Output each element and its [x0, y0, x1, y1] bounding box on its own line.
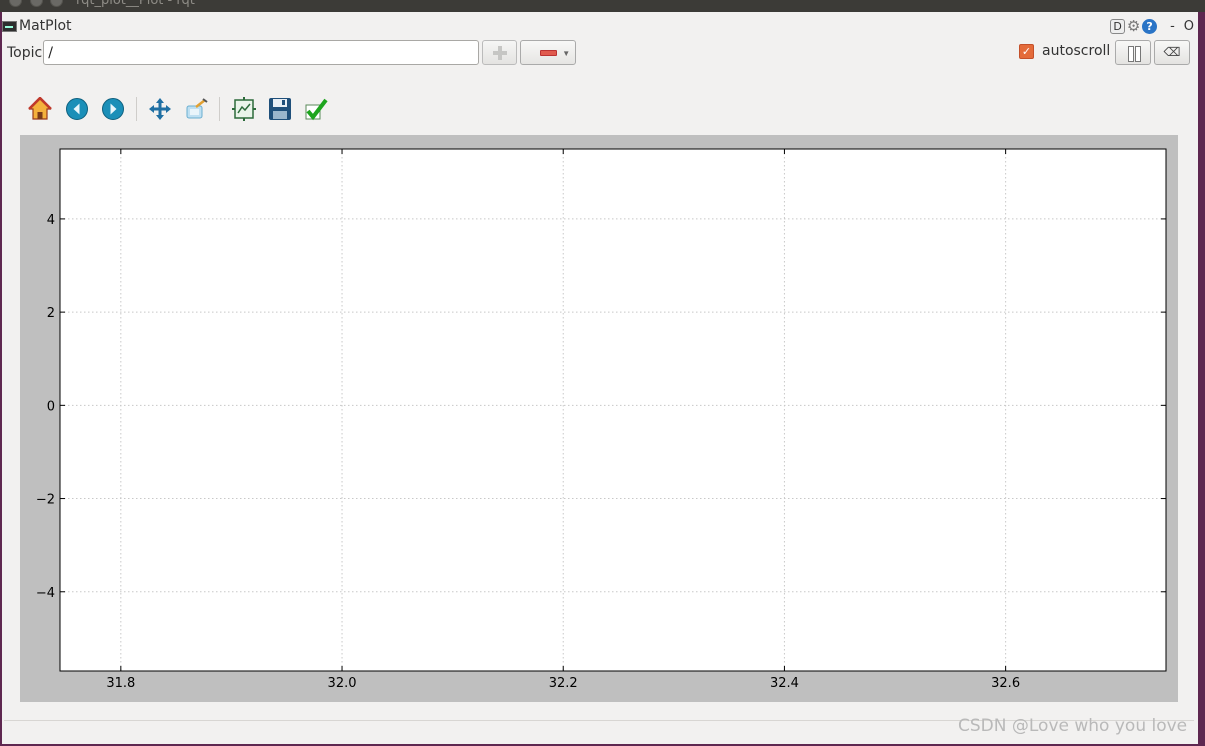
- desktop-border: [1198, 12, 1205, 746]
- help-icon[interactable]: ?: [1142, 18, 1158, 34]
- autoscroll-label: autoscroll: [1042, 43, 1111, 59]
- chevron-down-icon: ▼: [562, 49, 571, 58]
- window-maximize-button[interactable]: [50, 0, 63, 7]
- window-close-button[interactable]: [9, 0, 22, 7]
- figure-canvas[interactable]: 31.8 32.0 32.2 32.4 32.6 4 2 0 −2 −4: [20, 135, 1178, 702]
- zoom-button[interactable]: [182, 95, 210, 123]
- remove-topic-button[interactable]: ▼: [520, 40, 577, 65]
- minimize-plugin-button[interactable]: -: [1170, 19, 1175, 34]
- axes-background[interactable]: [60, 149, 1166, 671]
- clear-button[interactable]: ⌫: [1154, 40, 1190, 65]
- plugin-title: MatPlot: [19, 18, 72, 34]
- minus-icon: [540, 50, 558, 56]
- back-icon: [66, 98, 88, 120]
- x-tick-label: 32.2: [549, 676, 578, 691]
- plot-plugin-icon: [2, 20, 17, 32]
- window-minimize-button[interactable]: [30, 0, 43, 7]
- back-button[interactable]: [63, 95, 91, 123]
- subplots-icon: [232, 97, 256, 121]
- edit-curves-icon: [305, 98, 328, 121]
- close-plugin-button[interactable]: O: [1184, 19, 1194, 34]
- zoom-icon: [186, 98, 208, 119]
- autoscroll-checkbox[interactable]: ✓: [1019, 43, 1034, 59]
- forward-icon: [102, 98, 124, 120]
- y-tick-label: 0: [47, 399, 55, 414]
- plot-area[interactable]: 31.8 32.0 32.2 32.4 32.6 4 2 0 −2 −4: [20, 135, 1178, 702]
- plus-icon: [493, 46, 508, 60]
- x-tick-label: 32.0: [328, 676, 357, 691]
- x-tick-label: 32.4: [770, 676, 799, 691]
- window-title: rqt_plot__Plot - rqt: [76, 0, 195, 8]
- autoscroll-toggle[interactable]: ✓ autoscroll: [1019, 43, 1110, 59]
- add-topic-button[interactable]: [482, 40, 518, 65]
- subplots-button[interactable]: [230, 95, 258, 123]
- pause-button[interactable]: [1115, 40, 1151, 65]
- pause-icon: [1128, 46, 1141, 62]
- dock-d-button[interactable]: D: [1110, 18, 1126, 34]
- save-icon: [269, 98, 291, 120]
- gear-icon[interactable]: ⚙: [1126, 17, 1141, 35]
- x-tick-label: 31.8: [106, 676, 135, 691]
- clear-icon: ⌫: [1163, 45, 1181, 59]
- y-tick-label: 4: [47, 213, 55, 228]
- plugin-header-controls: D ⚙ ? - O: [1110, 17, 1194, 35]
- watermark-text: CSDN @Love who you love: [958, 716, 1188, 736]
- edit-curves-button[interactable]: [302, 95, 330, 123]
- y-tick-label: −2: [36, 493, 55, 508]
- save-button[interactable]: [266, 95, 294, 123]
- window-titlebar[interactable]: rqt_plot__Plot - rqt: [0, 0, 1205, 12]
- y-tick-label: 2: [47, 306, 55, 321]
- toolbar-separator: [219, 97, 220, 121]
- rqt-window: MatPlot D ⚙ ? - O Topic ▼ ✓ autoscroll ⌫: [2, 12, 1198, 744]
- home-icon: [28, 97, 52, 120]
- y-tick-label: −4: [36, 586, 55, 601]
- topic-row: Topic ▼: [7, 40, 577, 65]
- topic-label: Topic: [7, 44, 43, 61]
- topic-input[interactable]: [43, 40, 480, 65]
- forward-button[interactable]: [99, 95, 127, 123]
- pan-button[interactable]: [146, 95, 174, 123]
- pan-icon: [149, 98, 171, 120]
- toolbar-separator: [136, 97, 137, 121]
- home-button[interactable]: [26, 95, 54, 123]
- x-tick-label: 32.6: [991, 676, 1020, 691]
- plugin-title-bar: MatPlot: [2, 17, 72, 35]
